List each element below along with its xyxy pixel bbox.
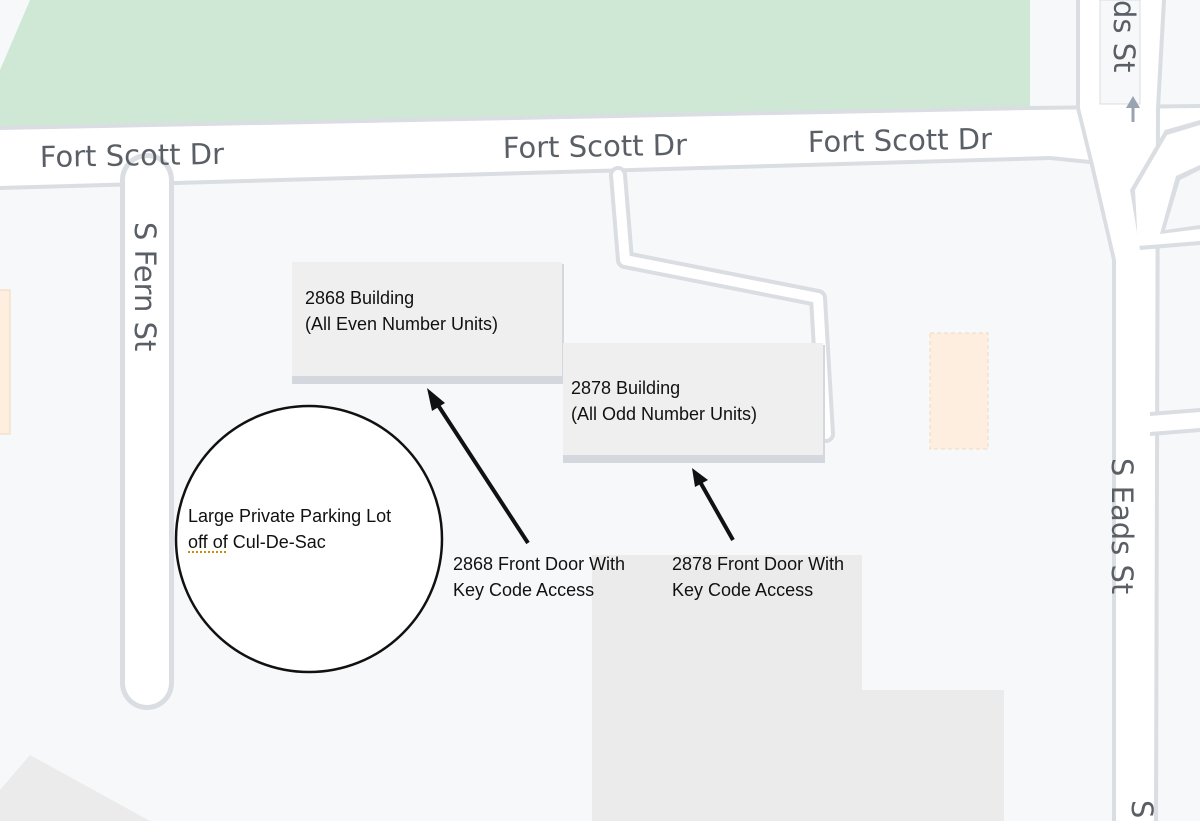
- building-2878-title: 2878 Building: [571, 378, 681, 398]
- street-label-fort-scott-mid: Fort Scott Dr: [503, 128, 688, 165]
- park-area: [0, 0, 1030, 128]
- door-2868-line-1: 2868 Front Door With: [453, 554, 626, 574]
- door-2878-line-2: Key Code Access: [672, 580, 814, 600]
- parking-line-2: off of Cul-De-Sac: [188, 529, 391, 555]
- arrow-2868-door-icon: [427, 388, 530, 545]
- building-2868-title: 2868 Building: [305, 288, 415, 308]
- door-2868-label: 2868 Front Door With Key Code Access: [453, 551, 625, 603]
- arrow-2878-door-icon: [692, 468, 735, 541]
- poi-patch-left: [0, 289, 11, 435]
- door-2868-line-2: Key Code Access: [453, 580, 595, 600]
- door-2878-label: 2878 Front Door With Key Code Access: [672, 551, 844, 603]
- lot-bottom-left: [0, 755, 150, 821]
- s-eads-road-fill: [1080, 0, 1162, 821]
- street-label-fort-scott-right: Fort Scott Dr: [808, 122, 993, 159]
- parking-line-2-rest: Cul-De-Sac: [227, 532, 326, 552]
- building-2868-label: 2868 Building (All Even Number Units): [305, 285, 498, 337]
- street-label-s-eads-top: ds St: [1107, 0, 1141, 73]
- parking-label: Large Private Parking Lot off of Cul-De-…: [188, 503, 391, 555]
- map-canvas[interactable]: Fort Scott Dr Fort Scott Dr Fort Scott D…: [0, 0, 1200, 821]
- building-2878-subtitle: (All Odd Number Units): [571, 404, 758, 424]
- spellcheck-underline: off of: [188, 532, 228, 552]
- street-label-fort-scott-left: Fort Scott Dr: [40, 137, 225, 174]
- door-2878-line-1: 2878 Front Door With: [672, 554, 845, 574]
- poi-patch-right: [929, 332, 989, 450]
- street-label-s-eads-main: S Eads St: [1105, 458, 1139, 594]
- street-label-s-fern: S Fern St: [128, 222, 162, 351]
- building-2878-label: 2878 Building (All Odd Number Units): [571, 375, 757, 427]
- building-2868-subtitle: (All Even Number Units): [305, 314, 499, 334]
- street-label-s-eads-bottom: S: [1125, 800, 1159, 818]
- parking-line-1: Large Private Parking Lot: [188, 506, 392, 526]
